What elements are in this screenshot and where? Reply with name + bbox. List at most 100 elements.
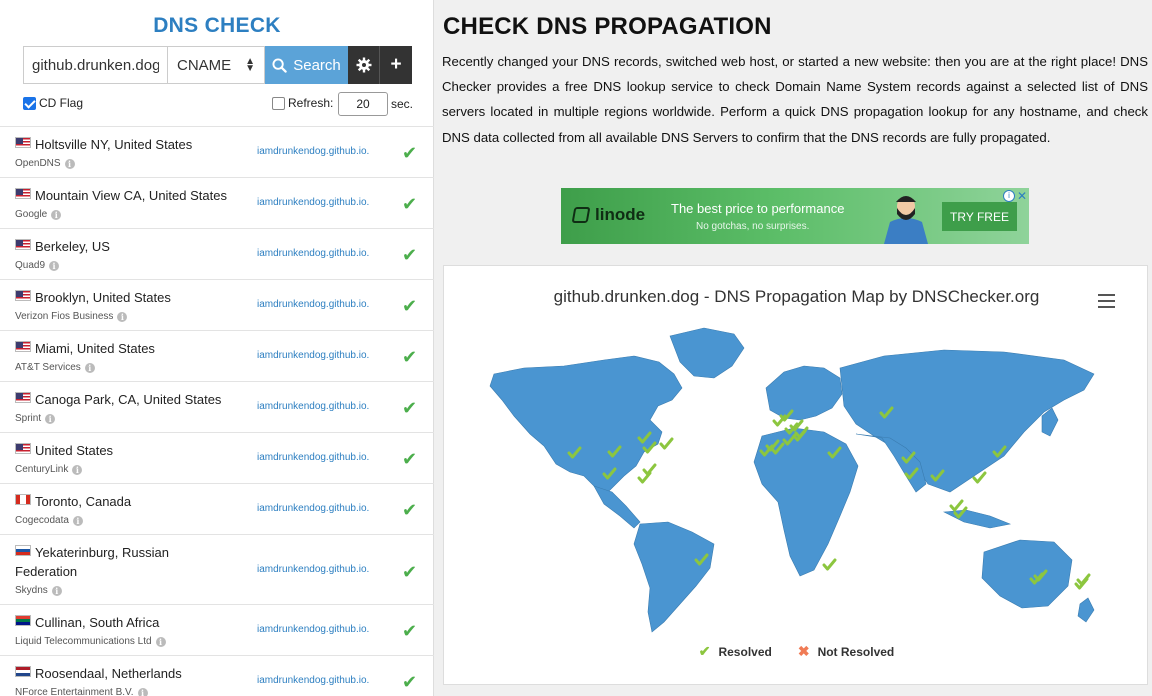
advertisement-banner[interactable]: linode The best price to performance No … bbox=[561, 188, 1029, 244]
result-location: Berkeley, US bbox=[35, 239, 110, 254]
ad-brand: linode bbox=[595, 205, 646, 224]
record-type-select[interactable]: CNAME ▲ ▼ bbox=[167, 46, 265, 84]
ad-logo: linode bbox=[571, 205, 646, 225]
south-america-landmass bbox=[633, 521, 715, 633]
domain-input[interactable] bbox=[23, 46, 167, 84]
result-row: Holtsville NY, United States OpenDNS i iamd… bbox=[0, 127, 434, 178]
result-row: Toronto, Canada Cogecodata i iamdrunkendog.… bbox=[0, 484, 434, 535]
brand-title: DNS CHECK bbox=[153, 14, 281, 37]
resolved-marker[interactable] bbox=[659, 437, 674, 450]
resolved-check-icon: ✔ bbox=[402, 194, 418, 214]
resolved-check-icon: ✔ bbox=[402, 143, 418, 163]
refresh-interval-input[interactable]: 20 bbox=[338, 92, 388, 116]
japan-landmass bbox=[1041, 407, 1059, 437]
result-row: Berkeley, US Quad9 i iamdrunkendog.github.i… bbox=[0, 229, 434, 280]
result-value-link[interactable]: iamdrunkendog.github.io. bbox=[257, 675, 369, 686]
result-row: Canoga Park, CA, United States Sprint i iam… bbox=[0, 382, 434, 433]
flag-icon bbox=[15, 615, 31, 626]
result-provider: Google i bbox=[15, 209, 62, 220]
info-icon[interactable]: i bbox=[49, 260, 60, 271]
provider-name: Liquid Telecommunications Ltd bbox=[15, 636, 152, 647]
flag-icon bbox=[15, 290, 31, 301]
info-icon[interactable]: i bbox=[72, 515, 83, 526]
search-button[interactable]: Search bbox=[265, 46, 348, 84]
result-location: Toronto, Canada bbox=[35, 494, 132, 509]
provider-name: Quad9 bbox=[15, 260, 46, 271]
flag-icon bbox=[15, 239, 31, 250]
ad-person-illustration bbox=[884, 196, 928, 244]
world-map[interactable] bbox=[444, 316, 1149, 636]
resolved-check-icon: ✔ bbox=[402, 245, 418, 265]
info-icon[interactable]: i bbox=[117, 311, 128, 322]
provider-name: Cogecodata bbox=[15, 515, 69, 526]
refresh-checkbox[interactable] bbox=[272, 96, 285, 110]
resolved-check-icon: ✔ bbox=[402, 562, 418, 582]
info-icon[interactable]: i bbox=[155, 636, 166, 647]
flag-icon bbox=[15, 392, 31, 403]
result-value-link[interactable]: iamdrunkendog.github.io. bbox=[257, 452, 369, 463]
result-value-link[interactable]: iamdrunkendog.github.io. bbox=[257, 503, 369, 514]
result-value-link[interactable]: iamdrunkendog.github.io. bbox=[257, 248, 369, 259]
result-provider: OpenDNS i bbox=[15, 158, 75, 169]
result-provider: Liquid Telecommunications Ltd i bbox=[15, 636, 166, 647]
info-icon[interactable]: i bbox=[64, 158, 75, 169]
info-icon[interactable]: i bbox=[45, 413, 56, 424]
result-value-link[interactable]: iamdrunkendog.github.io. bbox=[257, 197, 369, 208]
resolved-check-icon: ✔ bbox=[698, 643, 711, 659]
resolved-marker[interactable] bbox=[949, 499, 964, 512]
greenland-landmass bbox=[669, 327, 745, 379]
flag-icon bbox=[15, 341, 31, 352]
flag-icon bbox=[15, 443, 31, 454]
search-bar: CNAME ▲▼ Search bbox=[23, 46, 412, 84]
legend-not-resolved[interactable]: ✖ Not Resolved bbox=[798, 643, 894, 660]
info-icon[interactable]: i bbox=[51, 585, 62, 596]
result-row: Yekaterinburg, Russian Federation Skydns i… bbox=[0, 535, 434, 605]
result-row: United States CenturyLink i iamdrunkendog.g… bbox=[0, 433, 434, 484]
info-icon[interactable]: i bbox=[137, 687, 148, 696]
info-icon[interactable]: i bbox=[51, 209, 62, 220]
result-provider: Sprint i bbox=[15, 413, 56, 424]
ad-info-icon[interactable]: i bbox=[1003, 190, 1015, 202]
flag-icon bbox=[15, 666, 31, 677]
provider-name: NForce Entertainment B.V. bbox=[15, 687, 134, 696]
map-legend: ✔ Resolved ✖ Not Resolved bbox=[444, 643, 1149, 660]
resolved-marker[interactable] bbox=[822, 558, 837, 571]
info-icon[interactable]: i bbox=[84, 362, 95, 373]
refresh-option[interactable]: Refresh: bbox=[272, 96, 333, 110]
continents bbox=[489, 327, 1095, 633]
ad-close-icon[interactable]: ✕ bbox=[1017, 189, 1027, 203]
legend-resolved-label: Resolved bbox=[718, 644, 772, 659]
page-title: CHECK DNS PROPAGATION bbox=[443, 13, 772, 40]
left-panel: DNS CHECK CNAME ▲▼ Search bbox=[0, 0, 434, 696]
resolved-marker[interactable] bbox=[642, 463, 657, 476]
search-icon bbox=[272, 57, 287, 73]
flag-icon bbox=[15, 494, 31, 505]
result-value-link[interactable]: iamdrunkendog.github.io. bbox=[257, 624, 369, 635]
intro-description: Recently changed your DNS records, switc… bbox=[442, 54, 1148, 145]
add-button[interactable]: + bbox=[380, 46, 412, 84]
provider-name: Verizon Fios Business bbox=[15, 311, 114, 322]
resolved-check-icon: ✔ bbox=[402, 296, 418, 316]
resolved-check-icon: ✔ bbox=[402, 500, 418, 520]
north-america-landmass bbox=[489, 355, 683, 495]
legend-resolved[interactable]: ✔ Resolved bbox=[699, 643, 772, 660]
result-value-link[interactable]: iamdrunkendog.github.io. bbox=[257, 401, 369, 412]
ad-cta-button[interactable]: TRY FREE bbox=[942, 202, 1017, 231]
result-value-link[interactable]: iamdrunkendog.github.io. bbox=[257, 299, 369, 310]
cd-flag-option[interactable]: CD Flag bbox=[23, 96, 83, 110]
flag-icon bbox=[15, 137, 31, 148]
hamburger-menu-icon[interactable] bbox=[1098, 294, 1115, 308]
result-value-link[interactable]: iamdrunkendog.github.io. bbox=[257, 146, 369, 157]
cd-flag-label: CD Flag bbox=[39, 96, 84, 110]
provider-name: AT&T Services bbox=[15, 362, 81, 373]
result-value-link[interactable]: iamdrunkendog.github.io. bbox=[257, 350, 369, 361]
result-provider: Skydns i bbox=[15, 585, 62, 596]
cd-flag-checkbox[interactable] bbox=[23, 96, 36, 110]
map-title: github.drunken.dog - DNS Propagation Map… bbox=[553, 287, 1040, 306]
provider-name: Google bbox=[15, 209, 48, 220]
info-icon[interactable]: i bbox=[72, 464, 83, 475]
seconds-label: sec. bbox=[391, 97, 414, 111]
result-location: Yekaterinburg, Russian Federation bbox=[15, 545, 169, 579]
settings-button[interactable] bbox=[348, 46, 380, 84]
result-value-link[interactable]: iamdrunkendog.github.io. bbox=[257, 564, 369, 575]
